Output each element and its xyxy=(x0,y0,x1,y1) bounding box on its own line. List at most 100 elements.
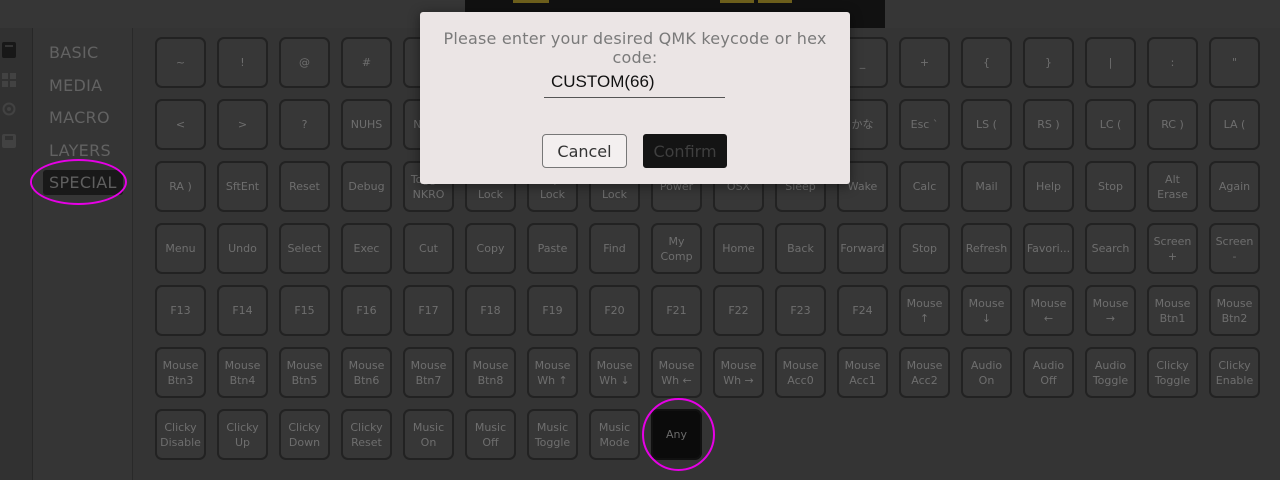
confirm-button[interactable]: Confirm xyxy=(643,134,727,168)
keycode-key[interactable]: ~ xyxy=(155,37,206,88)
keycode-key[interactable]: RA ) xyxy=(155,161,206,212)
keycode-key[interactable]: | xyxy=(1085,37,1136,88)
keycode-key[interactable]: Stop xyxy=(899,223,950,274)
keycode-key[interactable]: Debug xyxy=(341,161,392,212)
keycode-key[interactable]: F24 xyxy=(837,285,888,336)
keycode-key[interactable]: Clicky Enable xyxy=(1209,347,1260,398)
keycode-key[interactable]: Undo xyxy=(217,223,268,274)
keycode-key[interactable]: > xyxy=(217,99,268,150)
keycode-key[interactable]: Clicky Disable xyxy=(155,409,206,460)
keycode-key[interactable]: Audio On xyxy=(961,347,1012,398)
keycode-key[interactable]: Mouse Acc0 xyxy=(775,347,826,398)
keycode-key[interactable]: Mouse Acc1 xyxy=(837,347,888,398)
keycode-key[interactable]: Search xyxy=(1085,223,1136,274)
keycode-key[interactable]: : xyxy=(1147,37,1198,88)
keycode-key[interactable]: Mouse Acc2 xyxy=(899,347,950,398)
keycode-key[interactable]: Mouse Wh ← xyxy=(651,347,702,398)
keycode-input[interactable] xyxy=(544,68,725,96)
keycode-key[interactable]: Mouse Btn5 xyxy=(279,347,330,398)
keycode-key[interactable]: Mouse Btn8 xyxy=(465,347,516,398)
keycode-key[interactable]: Mouse ↓ xyxy=(961,285,1012,336)
keycode-key[interactable]: < xyxy=(155,99,206,150)
keycode-key[interactable]: F13 xyxy=(155,285,206,336)
keycode-key[interactable]: NUHS xyxy=(341,99,392,150)
key-any[interactable]: Any xyxy=(651,409,702,460)
keycode-key[interactable]: Mouse Btn3 xyxy=(155,347,206,398)
keycode-key[interactable]: F20 xyxy=(589,285,640,336)
keycode-key[interactable]: LC ( xyxy=(1085,99,1136,150)
keycode-key[interactable]: Mouse Btn6 xyxy=(341,347,392,398)
keycode-key[interactable]: F15 xyxy=(279,285,330,336)
keyboard-icon[interactable] xyxy=(1,42,17,58)
keycode-key[interactable]: Cut xyxy=(403,223,454,274)
keycode-key[interactable]: @ xyxy=(279,37,330,88)
keycode-key[interactable]: Audio Toggle xyxy=(1085,347,1136,398)
keycode-key[interactable]: Exec xyxy=(341,223,392,274)
keycode-key[interactable]: Help xyxy=(1023,161,1074,212)
keycode-key[interactable]: " xyxy=(1209,37,1260,88)
keycode-key[interactable]: { xyxy=(961,37,1012,88)
keycode-key[interactable]: Mail xyxy=(961,161,1012,212)
keycode-key[interactable]: RS ) xyxy=(1023,99,1074,150)
menu-item-special[interactable]: SPECIAL xyxy=(43,170,123,195)
keycode-key[interactable]: Stop xyxy=(1085,161,1136,212)
keycode-key[interactable]: ! xyxy=(217,37,268,88)
keycode-key[interactable]: Mouse ↑ xyxy=(899,285,950,336)
keycode-key[interactable]: Clicky Down xyxy=(279,409,330,460)
keycode-key[interactable]: LA ( xyxy=(1209,99,1260,150)
keycode-key[interactable]: Screen + xyxy=(1147,223,1198,274)
keycode-key[interactable]: LS ( xyxy=(961,99,1012,150)
keycode-key[interactable]: My Comp xyxy=(651,223,702,274)
keycode-key[interactable]: } xyxy=(1023,37,1074,88)
grid-icon[interactable] xyxy=(1,72,17,88)
keycode-key[interactable]: Paste xyxy=(527,223,578,274)
keycode-key[interactable]: Again xyxy=(1209,161,1260,212)
keycode-key[interactable]: Mouse ← xyxy=(1023,285,1074,336)
menu-item-layers[interactable]: LAYERS xyxy=(49,141,111,160)
menu-item-basic[interactable]: BASIC xyxy=(49,43,98,62)
keycode-key[interactable]: Calc xyxy=(899,161,950,212)
keycode-key[interactable]: + xyxy=(899,37,950,88)
keycode-key[interactable]: F17 xyxy=(403,285,454,336)
keycode-key[interactable]: Find xyxy=(589,223,640,274)
keycode-key[interactable]: F18 xyxy=(465,285,516,336)
keycode-key[interactable]: Music Toggle xyxy=(527,409,578,460)
keycode-key[interactable]: Screen - xyxy=(1209,223,1260,274)
keycode-key[interactable]: Reset xyxy=(279,161,330,212)
keycode-key[interactable]: ? xyxy=(279,99,330,150)
keycode-key[interactable]: Esc ` xyxy=(899,99,950,150)
menu-item-macro[interactable]: MACRO xyxy=(49,108,110,127)
keycode-key[interactable]: Music On xyxy=(403,409,454,460)
keycode-key[interactable]: Mouse Wh ↓ xyxy=(589,347,640,398)
keycode-key[interactable]: Mouse Btn1 xyxy=(1147,285,1198,336)
save-icon[interactable] xyxy=(1,133,17,149)
keycode-key[interactable]: F16 xyxy=(341,285,392,336)
keycode-key[interactable]: Mouse → xyxy=(1085,285,1136,336)
keycode-key[interactable]: Mouse Btn2 xyxy=(1209,285,1260,336)
keycode-key[interactable]: Select xyxy=(279,223,330,274)
keycode-key[interactable]: Alt Erase xyxy=(1147,161,1198,212)
circle-icon[interactable] xyxy=(1,101,17,117)
keycode-key[interactable]: F22 xyxy=(713,285,764,336)
keycode-key[interactable]: Forward xyxy=(837,223,888,274)
keycode-key[interactable]: Music Mode xyxy=(589,409,640,460)
keycode-key[interactable]: Favori... xyxy=(1023,223,1074,274)
keycode-key[interactable]: F19 xyxy=(527,285,578,336)
keycode-key[interactable]: Back xyxy=(775,223,826,274)
keycode-key[interactable]: Mouse Btn7 xyxy=(403,347,454,398)
keycode-key[interactable]: Clicky Toggle xyxy=(1147,347,1198,398)
keycode-key[interactable]: Mouse Btn4 xyxy=(217,347,268,398)
keycode-key[interactable]: Home xyxy=(713,223,764,274)
keycode-key[interactable]: Mouse Wh ↑ xyxy=(527,347,578,398)
cancel-button[interactable]: Cancel xyxy=(542,134,627,168)
keycode-key[interactable]: Copy xyxy=(465,223,516,274)
keycode-key[interactable]: Audio Off xyxy=(1023,347,1074,398)
keycode-key[interactable]: Menu xyxy=(155,223,206,274)
keycode-key[interactable]: F21 xyxy=(651,285,702,336)
keycode-key[interactable]: Refresh xyxy=(961,223,1012,274)
keycode-key[interactable]: F23 xyxy=(775,285,826,336)
keycode-key[interactable]: RC ) xyxy=(1147,99,1198,150)
keycode-key[interactable]: SftEnt xyxy=(217,161,268,212)
keycode-key[interactable]: Clicky Reset xyxy=(341,409,392,460)
keycode-key[interactable]: Mouse Wh → xyxy=(713,347,764,398)
